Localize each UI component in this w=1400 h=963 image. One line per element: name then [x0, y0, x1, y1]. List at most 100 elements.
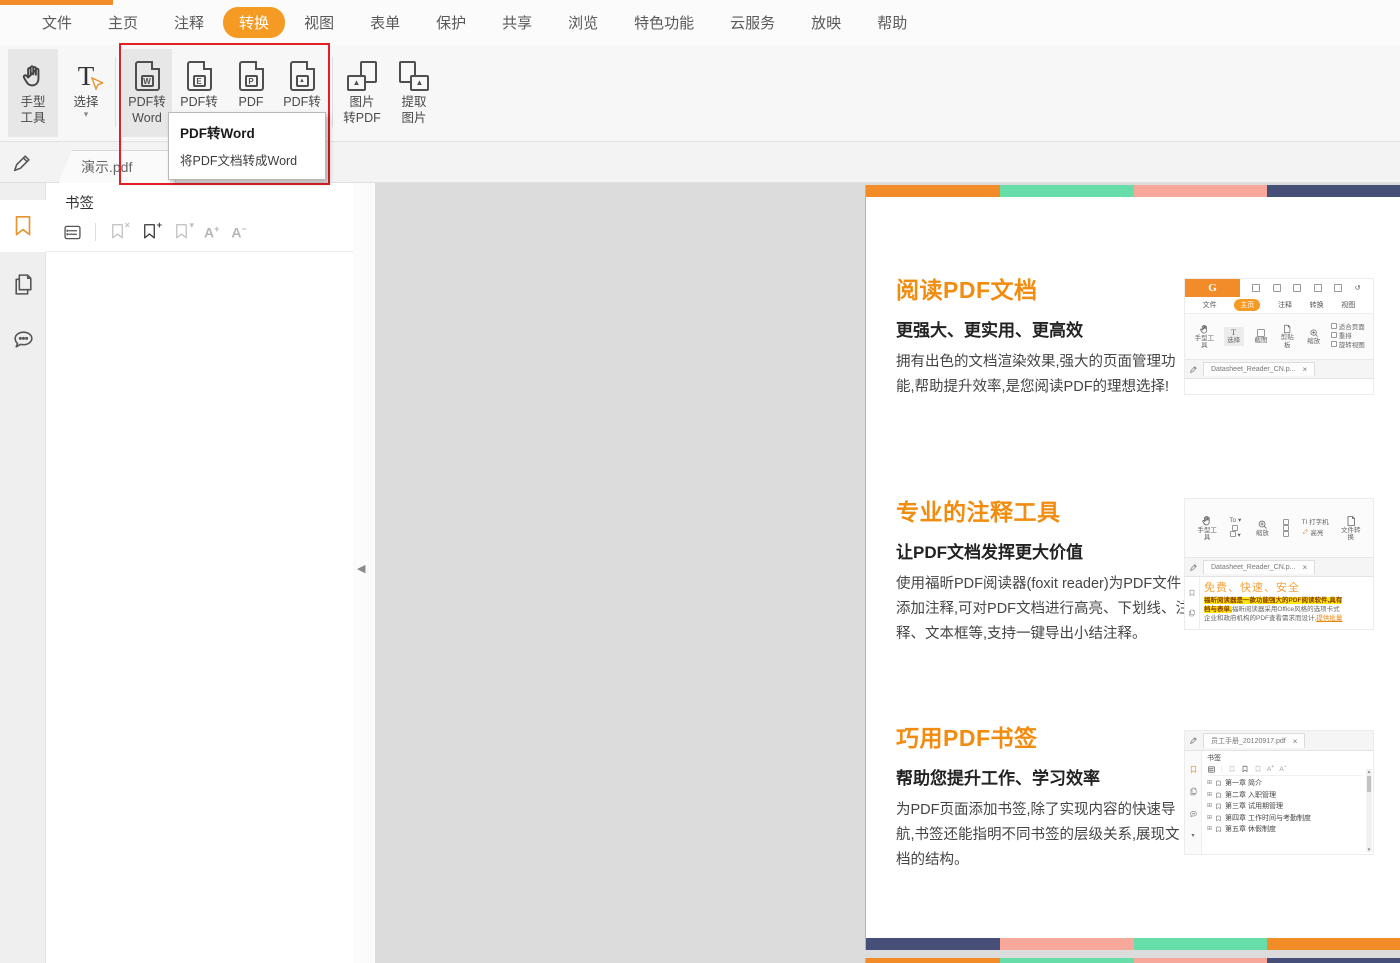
document-tab[interactable]: 演示.pdf	[58, 150, 176, 183]
mini-highlighted-text: 档与表单,	[1204, 606, 1232, 613]
hand-tool-label-2: 工具	[20, 111, 46, 125]
pdf-to-image-icon: ▲	[289, 58, 315, 94]
delete-bookmark-button[interactable]: ×	[108, 220, 130, 242]
page-top-color-bars	[866, 958, 1400, 963]
expand-all-bookmarks-button[interactable]: A+	[204, 224, 219, 241]
mini-undo-icon: ↺	[1354, 285, 1361, 292]
rail-bookmarks-button[interactable]	[0, 200, 46, 252]
mini-text: 企业和政府机构的PDF查看需求而设计,	[1204, 615, 1317, 622]
pdf-to-word-icon: W	[134, 58, 160, 94]
image-to-pdf-button[interactable]: ▲ 图片 转PDF	[337, 49, 387, 137]
section-bookmarks: 巧用PDF书签 帮助您提升工作、学习效率 为PDF页面添加书签,除了实现内容的快…	[896, 719, 1191, 873]
mini-close-icon: ×	[1302, 563, 1308, 572]
mini-text: 福昕阅读器采用Office风格的选项卡式	[1231, 606, 1340, 613]
menu-tab-slideshow[interactable]: 放映	[794, 7, 858, 38]
mini-rail	[1185, 577, 1200, 629]
mini-pencil-icon	[1189, 736, 1198, 745]
section-body: 使用福昕PDF阅读器(foxit reader)为PDF文件添加注释,可对PDF…	[896, 576, 1191, 642]
comment-icon	[11, 328, 36, 353]
page-bottom-color-bars	[866, 938, 1400, 950]
mini-doc-tab: Datasheet_Reader_CN.p...	[1211, 564, 1296, 571]
annotate-pencil-icon[interactable]	[11, 152, 33, 174]
tooltip-title: PDF转Word	[180, 126, 255, 141]
mini-print-icon	[1293, 284, 1302, 292]
mini-panel-toolbar: | A+ A−	[1207, 763, 1363, 776]
pdf-to-excel-label: PDF转	[180, 95, 218, 109]
chevron-down-icon: ▾	[189, 220, 194, 230]
menu-tab-cloud[interactable]: 云服务	[713, 7, 792, 38]
mini-hand-tool: 手型工具	[1193, 324, 1215, 350]
mini-snapshot-tool: 截图	[1252, 328, 1270, 345]
mini-tab-row: 员工手册_20120917.pdf ×	[1185, 731, 1373, 751]
bookmark-more-button[interactable]: ▾	[172, 220, 194, 242]
mini-menu-comment: 注释	[1277, 302, 1292, 309]
select-text-icon: T	[73, 58, 103, 94]
hand-tool-button[interactable]: 手型 工具	[8, 49, 58, 137]
menu-tabs: 文件 主页 注释 转换 视图 表单 保护 共享 浏览 特色功能 云服务 放映 帮…	[24, 0, 925, 45]
bookmark-icon	[10, 213, 36, 239]
menu-tab-form[interactable]: 表单	[353, 7, 417, 38]
pdf-to-ppt-icon: P	[238, 58, 264, 94]
menu-tab-view[interactable]: 视图	[287, 7, 351, 38]
extract-image-icon: ▲	[399, 58, 429, 94]
mini-doc-tab: 员工手册_20120917.pdf	[1211, 738, 1286, 745]
mini-panel-title: 书签	[1207, 755, 1221, 762]
bookmark-list-options-button[interactable]	[62, 222, 83, 243]
menu-tab-home[interactable]: 主页	[91, 7, 155, 38]
rail-comments-button[interactable]	[0, 314, 46, 366]
section-read-pdf: 阅读PDF文档 更强大、更实用、更高效 拥有出色的文档渲染效果,强大的页面管理功…	[896, 271, 1191, 400]
pages-icon	[11, 272, 36, 297]
section-title: 巧用PDF书签	[896, 725, 1038, 751]
mini-menu-convert: 转换	[1309, 302, 1324, 309]
menu-tab-help[interactable]: 帮助	[860, 7, 924, 38]
mini-close-icon: ×	[1302, 365, 1308, 374]
menu-tab-browse[interactable]: 浏览	[551, 7, 615, 38]
mini-doc-tab: Datasheet_Reader_CN.p...	[1211, 366, 1296, 373]
mini-hand-tool: 手型工具	[1197, 515, 1217, 542]
collapse-all-bookmarks-button[interactable]: A−	[231, 224, 246, 241]
menu-tab-convert[interactable]: 转换	[223, 7, 286, 38]
divider	[46, 251, 353, 252]
pdf-to-word-button[interactable]: W PDF转 Word	[122, 49, 172, 137]
document-tab-label: 演示.pdf	[81, 159, 133, 175]
foxit-logo: G	[1185, 279, 1240, 297]
navigation-rail	[0, 183, 46, 963]
mini-bookmark-item: ⊞ 第四章 工作时间与考勤制度	[1207, 814, 1311, 822]
select-tool-button[interactable]: T 选择 ▾	[61, 49, 111, 137]
pdf-to-word-label-2: Word	[132, 111, 162, 125]
mini-menu-view: 视图	[1341, 302, 1356, 309]
pdf-to-image-label: PDF转	[283, 95, 321, 109]
image-to-pdf-label-2: 转PDF	[343, 111, 381, 125]
section-subtitle: 帮助您提升工作、学习效率	[896, 769, 1100, 788]
document-area[interactable]: 阅读PDF文档 更强大、更实用、更高效 拥有出色的文档渲染效果,强大的页面管理功…	[375, 183, 1400, 963]
menu-tab-file[interactable]: 文件	[25, 7, 89, 38]
image-to-pdf-icon: ▲	[347, 58, 377, 94]
mini-save-icon	[1272, 284, 1281, 292]
mini-link: 提供批量	[1316, 615, 1343, 622]
mini-menu-file: 文件	[1202, 302, 1217, 309]
menu-tab-protect[interactable]: 保护	[419, 7, 483, 38]
extract-image-button[interactable]: ▲ 提取 图片	[389, 49, 439, 137]
mini-open-icon	[1252, 284, 1261, 292]
mini-bookmark-item: ⊞ 第三章 试用期管理	[1207, 803, 1283, 810]
pdf-page: 阅读PDF文档 更强大、更实用、更高效 拥有出色的文档渲染效果,强大的页面管理功…	[865, 185, 1400, 950]
mini-tab-row: Datasheet_Reader_CN.p... ×	[1185, 359, 1373, 379]
bookmarks-toolbar: × + ▾ A+ A−	[62, 217, 247, 247]
mini-page-content: 免费、快速、安全 福昕阅读器是一款功能强大的PDF阅读软件,具有 档与表单,福昕…	[1200, 577, 1373, 629]
add-bookmark-button[interactable]: +	[140, 220, 162, 242]
bookmarks-panel-title: 书签	[65, 196, 94, 212]
image-to-pdf-label-1: 图片	[349, 95, 375, 109]
section-subtitle: 让PDF文档发挥更大价值	[896, 543, 1083, 562]
menu-tab-comment[interactable]: 注释	[157, 7, 221, 38]
mini-file-convert: 文件转换	[1341, 515, 1361, 542]
rail-pages-button[interactable]	[0, 258, 46, 310]
page-top-color-bars	[866, 185, 1400, 197]
mini-zoom-tool: 缩放	[1305, 328, 1323, 346]
menu-tab-share[interactable]: 共享	[485, 7, 549, 38]
collapse-panel-arrow[interactable]: ◀	[357, 562, 365, 575]
select-tool-label: 选择	[73, 95, 99, 109]
mini-close-icon: ×	[1292, 736, 1298, 746]
menu-tab-features[interactable]: 特色功能	[617, 7, 711, 38]
section-title: 专业的注释工具	[896, 499, 1061, 525]
mini-bookmark-item: ⊞ 第一章 简介	[1207, 780, 1262, 787]
